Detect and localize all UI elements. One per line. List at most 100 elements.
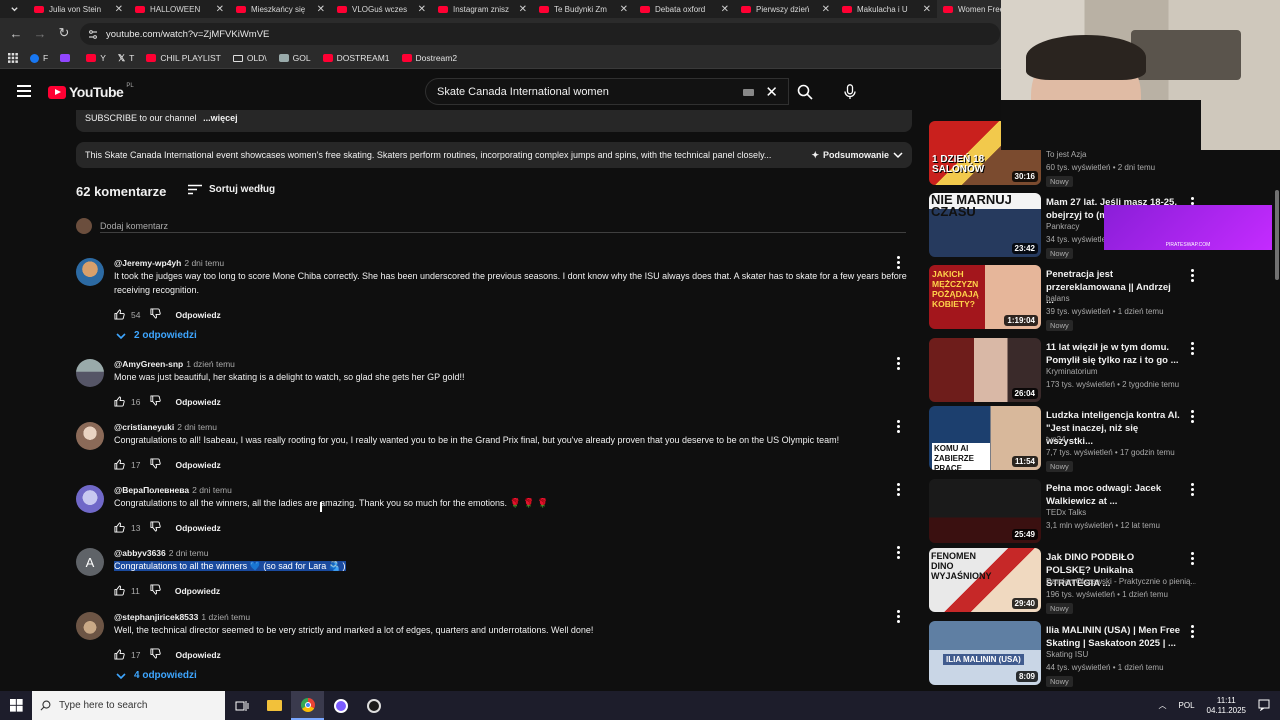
back-arrow-icon[interactable]: ← [4,26,28,41]
comment-time[interactable]: 2 dni temu [169,548,209,558]
browser-tab[interactable]: Pierwszy dzień ✕ [735,0,836,18]
add-comment-field[interactable]: Dodaj komentarz [76,218,906,234]
browser-tab[interactable]: Julia von Stein ✕ [28,0,129,18]
like-button[interactable]: 13 [114,522,140,533]
comment-time[interactable]: 2 dni temu [184,258,224,268]
more-actions-icon[interactable] [1191,625,1194,638]
avatar[interactable] [76,258,104,286]
more-actions-icon[interactable] [1191,483,1194,496]
dislike-button[interactable] [150,648,162,661]
reply-button[interactable]: Odpowiedz [175,650,220,660]
promo-banner[interactable]: PIRATESWAP.COM [1104,205,1272,250]
bookmark-x[interactable]: 𝕏T [118,53,134,64]
comment-time[interactable]: 2 dni temu [192,485,232,495]
chrome-icon[interactable] [291,691,324,720]
browser-tab[interactable]: Debata oxford ✕ [634,0,735,18]
avatar[interactable] [76,485,104,513]
comment-time[interactable]: 1 dzień temu [201,612,250,622]
video-thumbnail[interactable]: ILIA MALININ (USA) 8:09 [929,621,1041,685]
sort-button[interactable]: Sortuj według [188,184,275,195]
bookmark-facebook[interactable]: F [30,53,48,63]
chat-app-icon[interactable] [324,691,357,720]
more-actions-icon[interactable] [897,546,901,559]
browser-tab[interactable]: HALLOWEEN ✕ [129,0,230,18]
browser-tab[interactable]: Makulacha i U ✕ [836,0,937,18]
description-box[interactable]: SUBSCRIBE to our channel ...więcej [76,110,912,132]
recommended-video[interactable]: 25:49 Pełna moc odwagi: Jacek Walkiewicz… [929,479,1199,543]
reply-button[interactable]: Odpowiedz [175,310,220,320]
video-title[interactable]: Pełna moc odwagi: Jacek Walkiewicz at ..… [1046,482,1181,508]
avatar[interactable] [76,422,104,450]
channel-name[interactable]: balans [1046,294,1070,303]
video-thumbnail[interactable]: NIE MARNUJ CZASU 23:42 [929,193,1041,257]
page-scrollbar[interactable] [1275,190,1279,280]
video-thumbnail[interactable]: 26:04 [929,338,1041,402]
close-tab-icon[interactable]: ✕ [418,4,426,15]
close-tab-icon[interactable]: ✕ [923,4,931,15]
bookmark-twitch[interactable] [60,54,74,62]
recommended-video[interactable]: ILIA MALININ (USA) 8:09 Ilia MALININ (US… [929,621,1199,687]
bookmark-youtube[interactable]: Y [86,53,106,63]
file-explorer-icon[interactable] [258,691,291,720]
more-actions-icon[interactable] [897,256,901,269]
reload-icon[interactable]: ↻ [52,25,76,41]
more-actions-icon[interactable] [1191,269,1194,282]
bookmark-dostream1[interactable]: DOSTREAM1 [322,53,390,63]
comment-author[interactable]: @Jeremy-wp4yh [114,258,181,268]
video-title[interactable]: 11 lat więził je w tym domu. Pomylił się… [1046,341,1181,367]
clear-search-icon[interactable]: ✕ [765,83,778,101]
comment-time[interactable]: 1 dzień temu [186,359,235,369]
channel-name[interactable]: TEDx Talks [1046,508,1086,517]
browser-tab[interactable]: Mieszkańcy się ✕ [230,0,331,18]
more-actions-icon[interactable] [1191,342,1194,355]
channel-name[interactable]: Pankracy [1046,222,1079,231]
more-actions-icon[interactable] [897,483,901,496]
browser-tab[interactable]: Instagram znisz ✕ [432,0,533,18]
bookmark-chil-playlist[interactable]: CHIL PLAYLIST [146,53,221,63]
clock[interactable]: 11:11 04.11.2025 [1207,696,1246,716]
reply-button[interactable]: Odpowiedz [175,523,220,533]
video-title[interactable]: Ilia MALININ (USA) | Men Free Skating | … [1046,624,1181,650]
avatar[interactable] [76,612,104,640]
like-button[interactable]: 11 [114,585,140,596]
taskbar-search[interactable]: Type here to search [32,691,225,720]
close-tab-icon[interactable]: ✕ [620,4,628,15]
close-tab-icon[interactable]: ✕ [822,4,830,15]
tray-chevron-icon[interactable]: ︿ [1159,700,1167,711]
close-tab-icon[interactable]: ✕ [115,4,123,15]
comment-time[interactable]: 2 dni temu [177,422,217,432]
avatar[interactable]: A [76,548,104,576]
channel-name[interactable]: Damian Olszewski - Praktycznie o pienią.… [1046,577,1196,586]
video-thumbnail[interactable]: FENOMEN DINO WYJAŚNIONY 29:40 [929,548,1041,612]
reply-button[interactable]: Odpowiedz [175,397,220,407]
more-actions-icon[interactable] [1191,552,1194,565]
comment-author[interactable]: @AmyGreen-snp [114,359,183,369]
comment-author[interactable]: @cristianeyuki [114,422,174,432]
bookmark-folder-old[interactable]: OLD\ [232,53,267,63]
notification-icon[interactable] [1258,699,1270,713]
channel-name[interactable]: tvn24 [1046,435,1066,444]
more-actions-icon[interactable] [897,357,901,370]
like-button[interactable]: 16 [114,396,140,407]
close-tab-icon[interactable]: ✕ [216,4,224,15]
video-thumbnail[interactable]: KOMU AI ZABIERZE PRACĘ 11:54 [929,406,1041,470]
search-input[interactable]: Skate Canada International women ✕ [425,78,789,105]
channel-name[interactable]: Kryminatorium [1046,367,1098,376]
like-button[interactable]: 54 [114,309,140,320]
reply-button[interactable]: Odpowiedz [175,460,220,470]
url-field[interactable]: youtube.com/watch?v=ZjMFVKiWmVE [80,23,1000,45]
bookmark-gol[interactable]: GOL [278,53,311,63]
view-replies-button[interactable]: 4 odpowiedzi [116,670,197,681]
dislike-button[interactable] [150,521,162,534]
language-indicator[interactable]: POL [1179,701,1195,710]
recommended-video[interactable]: 26:04 11 lat więził je w tym domu. Pomyl… [929,338,1199,402]
voice-search-button[interactable] [838,80,862,104]
search-button[interactable] [789,78,821,105]
like-button[interactable]: 17 [114,649,140,660]
browser-tab[interactable]: VLOGuś wczes ✕ [331,0,432,18]
bookmark-dostream2[interactable]: Dostream2 [401,53,457,63]
apps-grid-icon[interactable] [8,53,18,63]
show-more-link[interactable]: ...więcej [203,113,238,123]
channel-name[interactable]: Skating ISU [1046,650,1088,659]
site-settings-icon[interactable] [88,29,98,39]
